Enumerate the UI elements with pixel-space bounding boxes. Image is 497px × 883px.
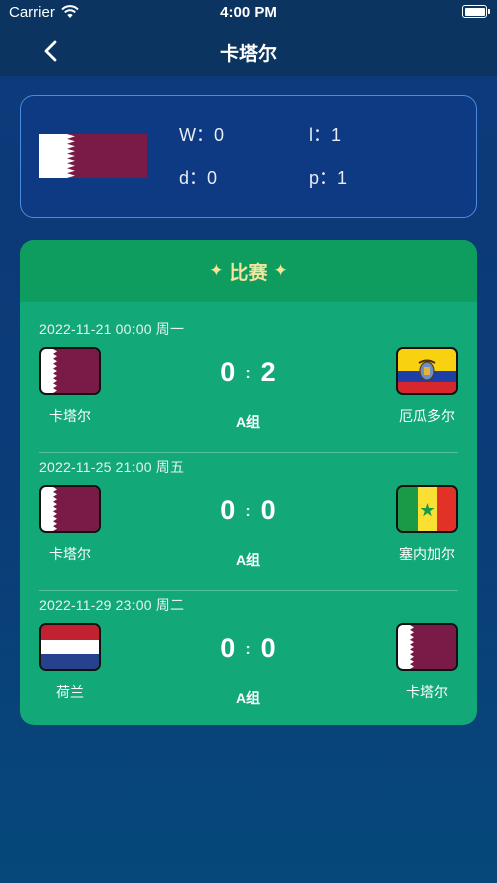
match-score: 0:0 [220,495,276,525]
away-score: 0 [260,495,276,525]
matches-title: 比赛 [229,262,268,284]
navigation-bar: 卡塔尔 [0,26,497,76]
clock: 4:00 PM [220,4,277,21]
draws-stat: d：0 [179,168,218,188]
match-date: 2022-11-29 23:00 周二 [39,597,185,613]
away-team-flag [396,347,458,395]
sparkle-icon: ✦ [209,261,224,280]
team-summary-card: W：0 l：1 d：0 p：1 [20,95,477,218]
home-team-flag [39,485,101,533]
match-score: 0:0 [220,633,276,663]
match-row[interactable]: 2022-11-29 23:00 周二 荷兰 0:0 A组 卡塔尔 [20,578,477,716]
away-team-flag [396,485,458,533]
group-label: A组 [235,414,261,430]
wins-stat: W：0 [179,125,224,145]
match-score: 0:2 [220,357,276,387]
losses-stat: l：1 [309,125,342,145]
away-score: 0 [260,633,276,663]
page-title: 卡塔尔 [219,44,277,65]
match-date: 2022-11-25 21:00 周五 [39,459,185,475]
sparkle-icon: ✦ [273,261,288,280]
match-row[interactable]: 2022-11-21 00:00 周一 卡塔尔 0:2 A组 厄瓜多尔 [20,302,477,440]
away-team-flag [396,623,458,671]
away-team-name: 厄瓜多尔 [399,408,455,424]
matches-card: ✦ 比赛 ✦ 2022-11-21 00:00 周一 卡塔尔 0:2 A组 厄瓜… [20,240,477,725]
home-team-flag [39,347,101,395]
points-stat: p：1 [309,168,348,188]
matches-header: ✦ 比赛 ✦ [20,240,477,302]
home-score: 0 [220,633,236,663]
home-team-name: 卡塔尔 [49,546,91,562]
away-score: 2 [260,357,276,387]
group-label: A组 [235,552,261,568]
home-team-name: 荷兰 [56,684,84,700]
away-team-name: 塞内加尔 [399,546,455,562]
home-team-flag [39,623,101,671]
group-label: A组 [235,690,261,706]
qatar-flag [39,134,147,178]
home-team-name: 卡塔尔 [49,408,91,424]
battery-icon [462,5,490,18]
home-score: 0 [220,357,236,387]
status-bar: Carrier 4:00 PM [0,0,497,26]
match-date: 2022-11-21 00:00 周一 [39,321,185,337]
away-team-name: 卡塔尔 [406,684,448,700]
match-row[interactable]: 2022-11-25 21:00 周五 卡塔尔 0:0 A组 塞内加尔 [20,440,477,578]
home-score: 0 [220,495,236,525]
